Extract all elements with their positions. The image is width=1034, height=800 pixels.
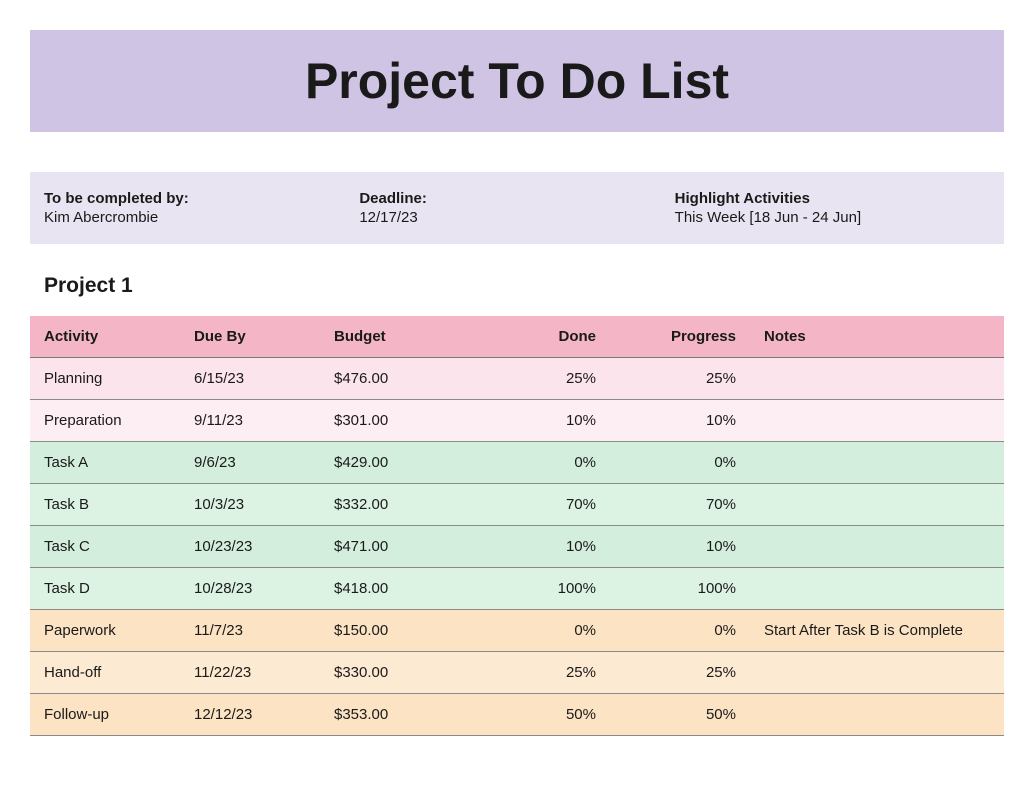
table-row: Task D10/28/23$418.00100%100% <box>30 568 1004 610</box>
cell-notes: Start After Task B is Complete <box>750 610 1004 652</box>
table-header-row: Activity Due By Budget Done Progress Not… <box>30 316 1004 358</box>
cell-due-by: 12/12/23 <box>180 694 320 736</box>
col-header-due-by: Due By <box>180 316 320 358</box>
table-row: Task A9/6/23$429.000%0% <box>30 442 1004 484</box>
cell-activity: Task B <box>30 484 180 526</box>
cell-budget: $353.00 <box>320 694 480 736</box>
cell-notes <box>750 400 1004 442</box>
cell-progress: 10% <box>610 400 750 442</box>
col-header-activity: Activity <box>30 316 180 358</box>
cell-activity: Hand-off <box>30 652 180 694</box>
table-row: Paperwork11/7/23$150.000%0%Start After T… <box>30 610 1004 652</box>
cell-due-by: 9/11/23 <box>180 400 320 442</box>
cell-budget: $471.00 <box>320 526 480 568</box>
cell-activity: Planning <box>30 358 180 400</box>
cell-done: 10% <box>480 526 610 568</box>
cell-progress: 50% <box>610 694 750 736</box>
cell-budget: $301.00 <box>320 400 480 442</box>
cell-activity: Task C <box>30 526 180 568</box>
cell-progress: 100% <box>610 568 750 610</box>
info-completed-by: To be completed by: Kim Abercrombie <box>44 190 359 226</box>
highlight-label: Highlight Activities <box>675 190 990 207</box>
cell-progress: 10% <box>610 526 750 568</box>
cell-notes <box>750 484 1004 526</box>
cell-done: 0% <box>480 442 610 484</box>
table-row: Planning6/15/23$476.0025%25% <box>30 358 1004 400</box>
cell-budget: $429.00 <box>320 442 480 484</box>
table-row: Follow-up12/12/23$353.0050%50% <box>30 694 1004 736</box>
col-header-budget: Budget <box>320 316 480 358</box>
info-highlight: Highlight Activities This Week [18 Jun -… <box>675 190 990 226</box>
cell-notes <box>750 358 1004 400</box>
cell-done: 50% <box>480 694 610 736</box>
completed-by-label: To be completed by: <box>44 190 359 207</box>
cell-notes <box>750 652 1004 694</box>
task-table: Activity Due By Budget Done Progress Not… <box>30 316 1004 736</box>
cell-progress: 0% <box>610 442 750 484</box>
cell-due-by: 10/28/23 <box>180 568 320 610</box>
table-row: Task B10/3/23$332.0070%70% <box>30 484 1004 526</box>
table-row: Preparation9/11/23$301.0010%10% <box>30 400 1004 442</box>
col-header-done: Done <box>480 316 610 358</box>
cell-done: 100% <box>480 568 610 610</box>
cell-activity: Task D <box>30 568 180 610</box>
cell-activity: Task A <box>30 442 180 484</box>
cell-due-by: 10/3/23 <box>180 484 320 526</box>
cell-done: 0% <box>480 610 610 652</box>
cell-due-by: 6/15/23 <box>180 358 320 400</box>
cell-notes <box>750 568 1004 610</box>
col-header-progress: Progress <box>610 316 750 358</box>
cell-progress: 0% <box>610 610 750 652</box>
cell-progress: 70% <box>610 484 750 526</box>
cell-done: 70% <box>480 484 610 526</box>
cell-activity: Preparation <box>30 400 180 442</box>
cell-notes <box>750 526 1004 568</box>
col-header-notes: Notes <box>750 316 1004 358</box>
cell-due-by: 11/7/23 <box>180 610 320 652</box>
info-deadline: Deadline: 12/17/23 <box>359 190 674 226</box>
cell-due-by: 9/6/23 <box>180 442 320 484</box>
cell-progress: 25% <box>610 652 750 694</box>
cell-budget: $332.00 <box>320 484 480 526</box>
table-row: Task C10/23/23$471.0010%10% <box>30 526 1004 568</box>
cell-budget: $150.00 <box>320 610 480 652</box>
cell-notes <box>750 694 1004 736</box>
cell-done: 10% <box>480 400 610 442</box>
cell-due-by: 11/22/23 <box>180 652 320 694</box>
cell-notes <box>750 442 1004 484</box>
project-heading: Project 1 <box>44 274 1004 298</box>
info-bar: To be completed by: Kim Abercrombie Dead… <box>30 172 1004 244</box>
deadline-label: Deadline: <box>359 190 674 207</box>
cell-budget: $418.00 <box>320 568 480 610</box>
cell-activity: Follow-up <box>30 694 180 736</box>
cell-activity: Paperwork <box>30 610 180 652</box>
cell-progress: 25% <box>610 358 750 400</box>
highlight-value: This Week [18 Jun - 24 Jun] <box>675 209 990 226</box>
deadline-value: 12/17/23 <box>359 209 674 226</box>
title-banner: Project To Do List <box>30 30 1004 132</box>
page-title: Project To Do List <box>30 52 1004 110</box>
cell-done: 25% <box>480 358 610 400</box>
cell-done: 25% <box>480 652 610 694</box>
cell-budget: $330.00 <box>320 652 480 694</box>
cell-due-by: 10/23/23 <box>180 526 320 568</box>
completed-by-value: Kim Abercrombie <box>44 209 359 226</box>
table-row: Hand-off11/22/23$330.0025%25% <box>30 652 1004 694</box>
cell-budget: $476.00 <box>320 358 480 400</box>
